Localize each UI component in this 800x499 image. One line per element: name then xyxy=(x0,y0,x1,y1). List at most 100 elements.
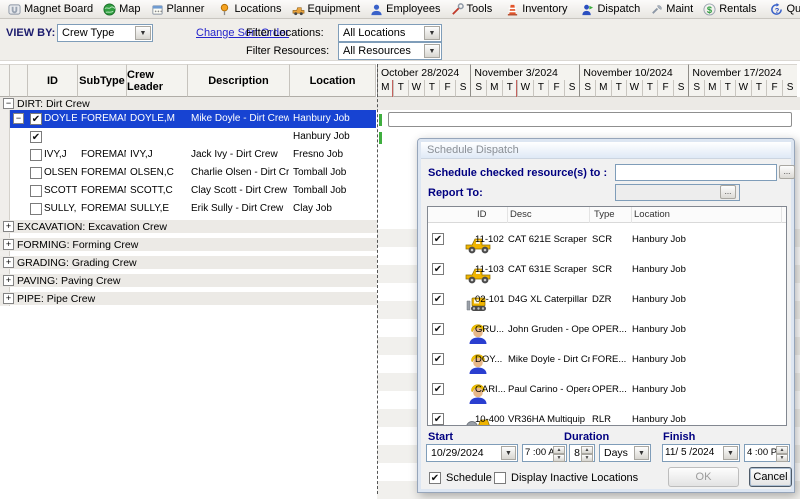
schedule-checkbox[interactable]: ✔ xyxy=(429,472,441,484)
toolbar-item-tools[interactable]: Tools xyxy=(446,1,498,18)
chevron-down-icon[interactable]: ▼ xyxy=(135,26,151,40)
resource-checkbox[interactable]: ✔ xyxy=(432,353,444,365)
resource-row[interactable]: ✔ 02-101 D4G XL Caterpillar DZR Hanbury Job xyxy=(428,285,786,315)
day-header[interactable]: F xyxy=(548,80,564,97)
group-row[interactable]: + PIPE: Pipe Crew xyxy=(0,292,377,305)
grid-column-header[interactable]: Description xyxy=(188,64,290,97)
toolbar-item-planner[interactable]: Planner xyxy=(146,1,210,18)
day-header[interactable]: S xyxy=(781,80,798,97)
crew-row[interactable]: SCOTT,C FOREMAN SCOTT,C Clay Scott - Dirt C… xyxy=(10,182,376,200)
day-header[interactable]: W xyxy=(517,80,533,97)
group-row[interactable]: − DIRT: Dirt Crew xyxy=(0,97,800,110)
day-header[interactable]: S xyxy=(579,80,595,97)
start-date-select[interactable]: 10/29/2024 ▼ xyxy=(426,444,518,462)
resource-checkbox[interactable]: ✔ xyxy=(432,413,444,425)
list-column-header[interactable]: Type xyxy=(592,207,632,223)
resource-row[interactable]: ✔ GRU...John Gruden - Opera...OPER... Hanb… xyxy=(428,315,786,345)
finish-date-select[interactable]: 11/ 5 /2024 ▼ xyxy=(662,444,740,462)
day-header[interactable]: T xyxy=(532,80,549,97)
row-checkbox[interactable] xyxy=(30,185,42,197)
day-header[interactable]: S xyxy=(688,80,704,97)
day-header[interactable]: T xyxy=(641,80,658,97)
start-time-input[interactable]: 7 :00 AM ▲ ▼ xyxy=(522,444,567,462)
day-header[interactable]: T xyxy=(392,80,409,97)
day-header[interactable]: F xyxy=(657,80,673,97)
grid-column-header[interactable]: SubType xyxy=(78,64,127,97)
resource-row[interactable]: ✔ DOY... Mike Doyle - Dirt CrewFORE... Hanb… xyxy=(428,345,786,375)
crew-row[interactable]: SULLY,E FOREMAN SULLY,E Erik Sully - Dirt C… xyxy=(10,200,376,218)
crew-row[interactable]: ✔ Hanbury Job xyxy=(10,128,376,146)
report-to-browse-button[interactable]: ... xyxy=(720,185,736,199)
crew-row[interactable]: −✔DOYLE,MFOREMANDOYLE,MMike Doyle - Dirt… xyxy=(10,110,376,128)
week-header[interactable]: October 28/2024 xyxy=(377,64,471,80)
toolbar-item-maint[interactable]: Maint xyxy=(645,1,698,18)
chevron-down-icon[interactable]: ▼ xyxy=(424,44,440,58)
day-header[interactable]: F xyxy=(439,80,455,97)
toolbar-item-employees[interactable]: Employees xyxy=(365,1,445,18)
toolbar-item-rentals[interactable]: $ Rentals xyxy=(698,1,761,18)
crew-row[interactable]: OLSEN,C FOREMAN OLSEN,C Charlie Olsen - Dir… xyxy=(10,164,376,182)
resource-row[interactable]: ✔ CARI...Paul Carino - Operat...OPER... Ha… xyxy=(428,375,786,405)
toolbar-item-quick-help[interactable]: ? Quick Help xyxy=(765,1,800,18)
row-checkbox[interactable] xyxy=(30,149,42,161)
resource-checkbox[interactable]: ✔ xyxy=(432,323,444,335)
toolbar-item-dispatch[interactable]: Dispatch xyxy=(576,1,645,18)
day-header[interactable]: T xyxy=(719,80,736,97)
list-column-header[interactable]: ID xyxy=(475,207,508,223)
expand-icon[interactable]: + xyxy=(3,293,14,304)
day-header[interactable]: F xyxy=(766,80,782,97)
resource-checkbox[interactable]: ✔ xyxy=(432,293,444,305)
toolbar-item-map[interactable]: Map xyxy=(98,1,145,18)
week-header[interactable]: November 10/2024 xyxy=(579,64,689,80)
day-header[interactable]: M xyxy=(703,80,720,97)
day-header[interactable]: M xyxy=(594,80,611,97)
group-row[interactable]: + PAVING: Paving Crew xyxy=(0,274,377,287)
expand-icon[interactable]: + xyxy=(3,221,14,232)
chevron-down-icon[interactable]: ▼ xyxy=(424,26,440,40)
toolbar-item-inventory[interactable]: Inventory xyxy=(501,1,572,18)
day-header[interactable]: W xyxy=(408,80,424,97)
day-header[interactable]: S xyxy=(563,80,580,97)
day-header[interactable]: S xyxy=(470,80,486,97)
group-row[interactable]: + EXCAVATION: Excavation Crew xyxy=(0,220,377,233)
row-checkbox[interactable]: ✔ xyxy=(30,113,42,125)
grid-column-header[interactable] xyxy=(0,64,10,97)
schedule-bar[interactable] xyxy=(388,112,792,127)
expand-icon[interactable]: + xyxy=(3,239,14,250)
resource-row[interactable]: ✔ 10-400 VR36HA Multiquip RLR Hanbury Job xyxy=(428,405,786,425)
toolbar-item-equipment[interactable]: Equipment xyxy=(287,1,366,18)
list-column-header[interactable]: Location xyxy=(632,207,782,223)
week-header[interactable]: November 3/2024 xyxy=(470,64,580,80)
grid-column-header[interactable]: Crew Leader xyxy=(127,64,188,97)
view-by-select[interactable]: Crew Type ▼ xyxy=(57,24,153,42)
grid-column-header[interactable]: ID xyxy=(28,64,78,97)
crew-row[interactable]: IVY,J FOREMAN IVY,J Jack Ivy - Dirt Crew Fre… xyxy=(10,146,376,164)
resource-checkbox[interactable]: ✔ xyxy=(432,233,444,245)
chevron-down-icon[interactable]: ▼ xyxy=(634,446,649,460)
expand-icon[interactable]: + xyxy=(3,257,14,268)
filter-resources-select[interactable]: All Resources ▼ xyxy=(338,42,442,60)
resource-row[interactable]: ✔ 11-103 CAT 631E Scraper (3...SCR Hanbury … xyxy=(428,255,786,285)
toolbar-item-magnet-board[interactable]: Magnet Board xyxy=(3,1,98,18)
group-row[interactable]: + FORMING: Forming Crew xyxy=(0,238,377,251)
collapse-icon[interactable]: − xyxy=(13,113,24,124)
collapse-icon[interactable]: − xyxy=(3,98,14,109)
grid-column-header[interactable] xyxy=(10,64,28,97)
schedule-to-browse-button[interactable]: ... xyxy=(779,165,795,179)
list-column-header[interactable]: Desc xyxy=(508,207,590,223)
row-checkbox[interactable] xyxy=(30,203,42,215)
day-header[interactable]: S xyxy=(672,80,689,97)
row-checkbox[interactable]: ✔ xyxy=(30,131,42,143)
day-header[interactable]: T xyxy=(423,80,440,97)
resource-row[interactable]: ✔ 11-102 CAT 621E Scraper (2...SCR Hanbury … xyxy=(428,225,786,255)
resource-checkbox[interactable]: ✔ xyxy=(432,383,444,395)
day-header[interactable]: S xyxy=(454,80,471,97)
time-spinner[interactable]: ▲ ▼ xyxy=(553,446,565,462)
day-header[interactable]: W xyxy=(735,80,751,97)
chevron-down-icon[interactable]: ▼ xyxy=(723,446,738,460)
stepper-arrows[interactable]: ▲ ▼ xyxy=(581,446,593,462)
chevron-down-icon[interactable]: ▼ xyxy=(501,446,516,460)
day-header[interactable]: M xyxy=(377,80,393,97)
expand-icon[interactable]: + xyxy=(3,275,14,286)
week-header[interactable]: November 17/2024 xyxy=(688,64,798,80)
